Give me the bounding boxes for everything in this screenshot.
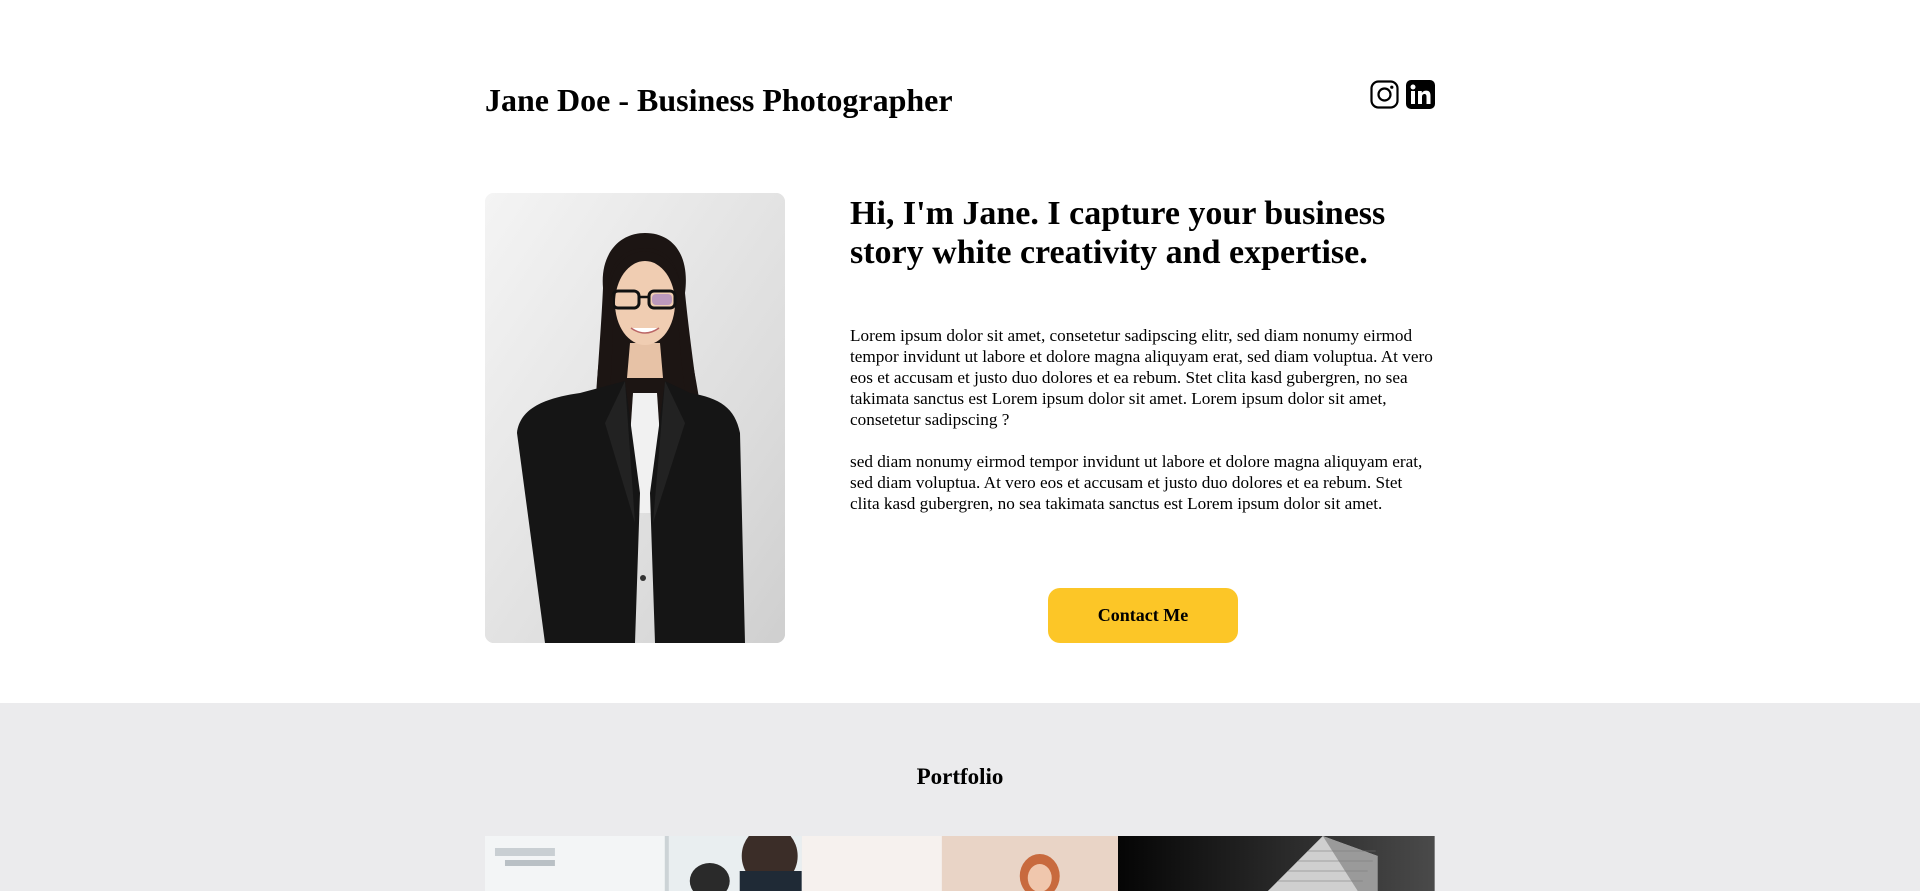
site-header: Jane Doe - Business Photographer bbox=[485, 80, 1435, 120]
portfolio-gallery bbox=[485, 836, 1435, 891]
social-links bbox=[1370, 80, 1435, 109]
portfolio-image-woman-portrait[interactable] bbox=[801, 836, 1119, 891]
instagram-icon bbox=[1370, 80, 1399, 109]
contact-me-button[interactable]: Contact Me bbox=[1048, 588, 1238, 643]
portfolio-section: Portfolio bbox=[0, 703, 1920, 891]
portfolio-title: Portfolio bbox=[916, 764, 1004, 789]
hero-paragraph-1: Lorem ipsum dolor sit amet, consetetur s… bbox=[850, 326, 1433, 429]
hero-text: Hi, I'm Jane. I capture your business st… bbox=[850, 193, 1435, 643]
instagram-link[interactable] bbox=[1370, 80, 1399, 109]
portfolio-image-office-meeting[interactable] bbox=[485, 836, 802, 891]
hero-section: Hi, I'm Jane. I capture your business st… bbox=[485, 193, 1435, 643]
linkedin-icon bbox=[1406, 80, 1435, 109]
portfolio-image-skyscraper[interactable] bbox=[1118, 836, 1435, 891]
site-title: Jane Doe - Business Photographer bbox=[485, 82, 953, 118]
portrait-image bbox=[485, 193, 785, 643]
hero-headline: Hi, I'm Jane. I capture your business st… bbox=[850, 195, 1386, 271]
hero-paragraph-2: sed diam nonumy eirmod tempor invidunt u… bbox=[850, 452, 1423, 513]
linkedin-link[interactable] bbox=[1406, 80, 1435, 109]
